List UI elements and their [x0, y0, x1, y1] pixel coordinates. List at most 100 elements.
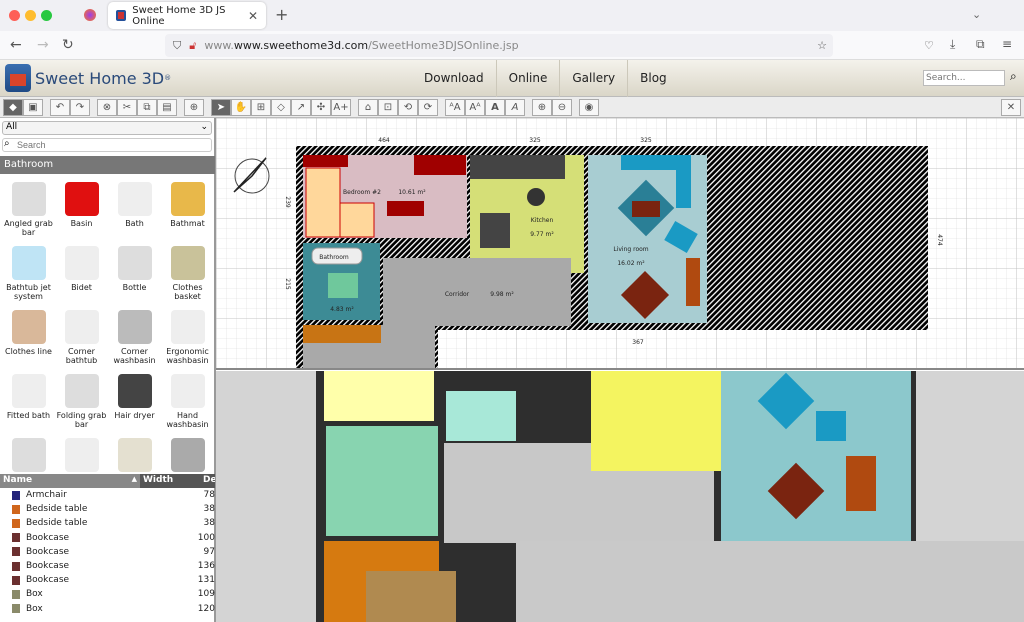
forward-button[interactable]: →: [37, 37, 49, 53]
column-name[interactable]: Name ▲: [0, 474, 140, 488]
insecure-lock-icon[interactable]: 🔓︎: [189, 39, 196, 53]
new-tab-button[interactable]: +: [275, 5, 288, 24]
table-row[interactable]: Bookcase 136: [0, 559, 215, 573]
catalog-item[interactable]: Hair dryer: [108, 368, 161, 432]
reload-button[interactable]: ↻: [62, 37, 74, 53]
extensions-icon[interactable]: ⧉: [976, 37, 985, 52]
catalog-item[interactable]: Bathmat: [161, 176, 214, 240]
table-row[interactable]: Box 109: [0, 587, 215, 601]
catalog-item[interactable]: Bidet: [55, 240, 108, 304]
catalog-item[interactable]: Fitted bath: [2, 368, 55, 432]
table-row[interactable]: Bookcase 97: [0, 545, 215, 559]
table-row[interactable]: Bookcase 100: [0, 531, 215, 545]
catalog-item[interactable]: Corner washbasin: [108, 304, 161, 368]
modify-icon[interactable]: ⊡: [378, 98, 398, 116]
chevron-down-icon[interactable]: ⌄: [972, 8, 981, 21]
flip-icon[interactable]: ⟳: [418, 98, 438, 116]
redo-icon[interactable]: ↷: [70, 98, 90, 116]
search-icon[interactable]: ⌕: [1010, 69, 1017, 84]
table-row[interactable]: Bookcase 131: [0, 573, 215, 587]
add-furniture-icon[interactable]: ⊕: [184, 98, 204, 116]
table-row[interactable]: Bedside table 38: [0, 502, 215, 516]
cut-icon[interactable]: ✂: [117, 98, 137, 116]
catalog-item[interactable]: [161, 432, 214, 472]
table-row[interactable]: Box 120: [0, 602, 215, 616]
maximize-window-button[interactable]: [41, 10, 52, 21]
menu-icon[interactable]: ≡: [1002, 37, 1012, 51]
catalog-search-input[interactable]: [2, 138, 212, 152]
catalog-item[interactable]: Bottle: [108, 240, 161, 304]
catalog-item[interactable]: Clothes line: [2, 304, 55, 368]
bookmark-star-icon[interactable]: ☆: [817, 39, 827, 52]
catalog-item[interactable]: Basin: [55, 176, 108, 240]
catalog-item[interactable]: [55, 432, 108, 472]
catalog-item[interactable]: [108, 432, 161, 472]
url-field[interactable]: ⛉ 🔓︎ www. www.sweethome3d.com/SweetHome3D…: [165, 34, 833, 57]
category-select[interactable]: All ⌄: [2, 121, 212, 135]
logo[interactable]: Sweet Home 3D ®: [5, 64, 171, 92]
rotate-icon[interactable]: ⟲: [398, 98, 418, 116]
table-row[interactable]: Armchair 78: [0, 488, 215, 502]
site-search-input[interactable]: [923, 70, 1005, 86]
3d-view-icon[interactable]: ▣: [23, 98, 43, 116]
create-walls-icon[interactable]: ⊞: [251, 98, 271, 116]
catalog-item-label: Clothes basket: [172, 283, 203, 301]
catalog-item[interactable]: Bathtub jet system: [2, 240, 55, 304]
select-icon[interactable]: ➤: [211, 98, 231, 116]
create-rooms-icon[interactable]: ◇: [271, 98, 291, 116]
furniture-width: 97: [203, 546, 215, 557]
furniture-wardrobe: [303, 155, 348, 167]
category-header[interactable]: Bathroom: [0, 156, 215, 174]
3d-view[interactable]: [216, 371, 1024, 622]
import-icon[interactable]: ⌂: [358, 98, 378, 116]
delete-icon[interactable]: ⊗: [97, 98, 117, 116]
nav-download[interactable]: Download: [412, 60, 497, 97]
catalog-item-thumbnail: [11, 182, 46, 216]
paste-icon[interactable]: ▤: [157, 98, 177, 116]
dimension-label: 325: [640, 137, 652, 144]
create-polylines-icon[interactable]: ↗: [291, 98, 311, 116]
create-dimensions-icon[interactable]: ✣: [311, 98, 331, 116]
logo-text: Sweet Home 3D: [35, 68, 165, 88]
back-button[interactable]: ←: [10, 37, 22, 53]
close-tab-icon[interactable]: ✕: [248, 9, 258, 23]
catalog-item[interactable]: Angled grab bar: [2, 176, 55, 240]
pan-icon[interactable]: ✋: [231, 98, 251, 116]
photo-icon[interactable]: ◉: [579, 98, 599, 116]
text-size-decrease-icon[interactable]: Aᴬ: [465, 98, 485, 116]
plan-view-icon[interactable]: ◆: [3, 98, 23, 116]
firefox-icon[interactable]: [84, 9, 96, 21]
column-width[interactable]: Width: [140, 474, 200, 488]
undo-icon[interactable]: ↶: [50, 98, 70, 116]
catalog-item[interactable]: [2, 432, 55, 472]
browser-tab[interactable]: Sweet Home 3D JS Online ✕: [108, 2, 266, 29]
catalog-item[interactable]: Hand washbasin: [161, 368, 214, 432]
minimize-window-button[interactable]: [25, 10, 36, 21]
pocket-icon[interactable]: ♡: [924, 39, 934, 52]
nav-blog[interactable]: Blog: [628, 60, 679, 97]
zoom-out-icon[interactable]: ⊖: [552, 98, 572, 116]
catalog-item[interactable]: Corner bathtub: [55, 304, 108, 368]
column-depth[interactable]: Dep: [200, 474, 215, 488]
catalog-item-label: Basin: [70, 219, 93, 228]
split-divider[interactable]: [215, 118, 216, 622]
plan-view[interactable]: 464 325 325 239 215 474 367 Bedroom #2 10…: [216, 118, 1024, 370]
table-row[interactable]: Bedside table 38: [0, 516, 215, 530]
preferences-icon[interactable]: ✕: [1001, 98, 1021, 116]
italic-icon[interactable]: A: [505, 98, 525, 116]
close-window-button[interactable]: [9, 10, 20, 21]
nav-gallery[interactable]: Gallery: [560, 60, 629, 97]
catalog-item[interactable]: Ergonomic washbasin: [161, 304, 214, 368]
shield-icon[interactable]: ⛉: [173, 39, 181, 53]
catalog-item[interactable]: Folding grab bar: [55, 368, 108, 432]
catalog-item[interactable]: Clothes basket: [161, 240, 214, 304]
bold-icon[interactable]: A: [485, 98, 505, 116]
nav-online[interactable]: Online: [497, 60, 561, 97]
text-size-increase-icon[interactable]: ᴬA: [445, 98, 465, 116]
zoom-in-icon[interactable]: ⊕: [532, 98, 552, 116]
copy-icon[interactable]: ⧉: [137, 98, 157, 116]
download-icon[interactable]: ⤓: [950, 37, 955, 52]
catalog-item-thumbnail: [117, 182, 152, 216]
add-text-icon[interactable]: A+: [331, 98, 351, 116]
catalog-item[interactable]: Bath: [108, 176, 161, 240]
